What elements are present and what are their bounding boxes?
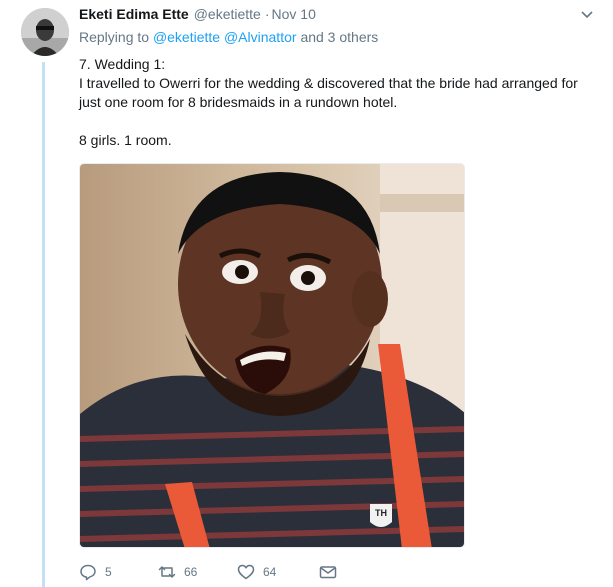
- author-name[interactable]: Eketi Edima Ette: [79, 6, 189, 22]
- reply-others[interactable]: and 3 others: [300, 29, 378, 45]
- reply-mention-alvinattor[interactable]: @Alvinattor: [224, 29, 297, 45]
- avatar-photo: [21, 8, 69, 56]
- reply-icon: [80, 564, 96, 581]
- envelope-icon: [319, 566, 337, 579]
- like-count: 64: [263, 565, 277, 579]
- reply-mention-eketiette[interactable]: @eketiette: [153, 29, 220, 45]
- retweet-icon: [158, 566, 176, 578]
- timestamp[interactable]: Nov 10: [272, 6, 316, 22]
- separator-dot: ·: [264, 6, 270, 22]
- reply-button[interactable]: 5: [79, 563, 158, 581]
- reply-prefix: Replying to: [79, 29, 150, 45]
- tweet-actions: 5 66 64: [79, 563, 337, 581]
- like-button[interactable]: 64: [237, 563, 319, 581]
- direct-message-button[interactable]: [319, 563, 337, 581]
- heart-icon: [237, 564, 255, 580]
- reply-count: 5: [105, 565, 112, 579]
- tweet-text: 7. Wedding 1: I travelled to Owerri for …: [79, 56, 578, 148]
- retweet-count: 66: [184, 565, 198, 579]
- author-handle[interactable]: @eketiette: [194, 6, 261, 22]
- reply-context: Replying to @eketiette @Alvinattor and 3…: [79, 29, 594, 49]
- shirt-logo: TH: [375, 508, 387, 518]
- tweet-header: Eketi Edima Ette @eketiette · Nov 10: [79, 6, 594, 26]
- reaction-photo: TH: [80, 164, 464, 547]
- tweet-media-image[interactable]: TH: [79, 163, 465, 548]
- chevron-down-icon[interactable]: [580, 8, 594, 22]
- tweet: Eketi Edima Ette @eketiette · Nov 10 Rep…: [79, 6, 594, 581]
- avatar[interactable]: [21, 8, 69, 56]
- retweet-button[interactable]: 66: [158, 563, 237, 581]
- thread-connector-line: [42, 62, 45, 587]
